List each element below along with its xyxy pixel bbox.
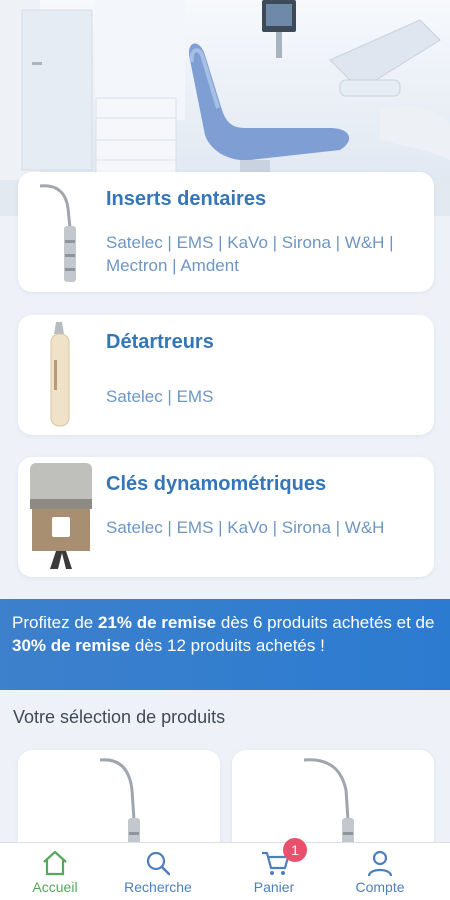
section-title: Votre sélection de produits	[13, 707, 226, 727]
bottom-navigation: Accueil Recherche 1 Panier Compte	[0, 838, 450, 900]
nav-search[interactable]: Recherche	[103, 843, 213, 900]
promo-text: dès 6 produits achetés et de	[216, 613, 435, 632]
category-brands: Satelec | EMS | KaVo | Sirona | W&H | Me…	[106, 233, 394, 275]
nav-home[interactable]: Accueil	[0, 843, 110, 900]
nav-cart-label: Panier	[253, 879, 295, 895]
category-title: Détartreurs	[106, 331, 214, 353]
category-title: Clés dynamométriques	[106, 473, 327, 495]
nav-home-label: Accueil	[32, 879, 78, 895]
nav-cart[interactable]: 1 Panier	[219, 838, 329, 900]
home-icon	[41, 849, 69, 882]
promo-discount-30: 30% de remise	[12, 636, 131, 655]
nav-account[interactable]: Compte	[325, 843, 435, 900]
cart-count-badge: 1	[283, 838, 307, 862]
category-card-torque-wrenches[interactable]: Clés dynamométriques Satelec | EMS | KaV…	[18, 457, 434, 577]
nav-account-label: Compte	[355, 879, 405, 895]
torque-wrench-image	[28, 461, 94, 576]
promo-banner: Profitez de 21% de remise dès 6 produits…	[0, 599, 450, 690]
category-brands: Satelec | EMS	[106, 387, 214, 406]
search-icon	[144, 849, 172, 882]
promo-text: dès 12 produits achetés !	[130, 636, 325, 655]
category-brands: Satelec | EMS | KaVo | Sirona | W&H	[106, 518, 385, 537]
nav-search-label: Recherche	[124, 879, 192, 895]
category-card-inserts[interactable]: Inserts dentaires Satelec | EMS | KaVo |…	[18, 172, 434, 292]
promo-text: Profitez de	[12, 613, 98, 632]
dental-insert-image	[28, 180, 88, 291]
category-card-scalers[interactable]: Détartreurs Satelec | EMS	[18, 315, 434, 435]
scaler-handpiece-image	[28, 320, 88, 435]
user-icon	[366, 849, 394, 882]
category-title: Inserts dentaires	[106, 188, 267, 210]
promo-discount-21: 21% de remise	[98, 613, 217, 632]
